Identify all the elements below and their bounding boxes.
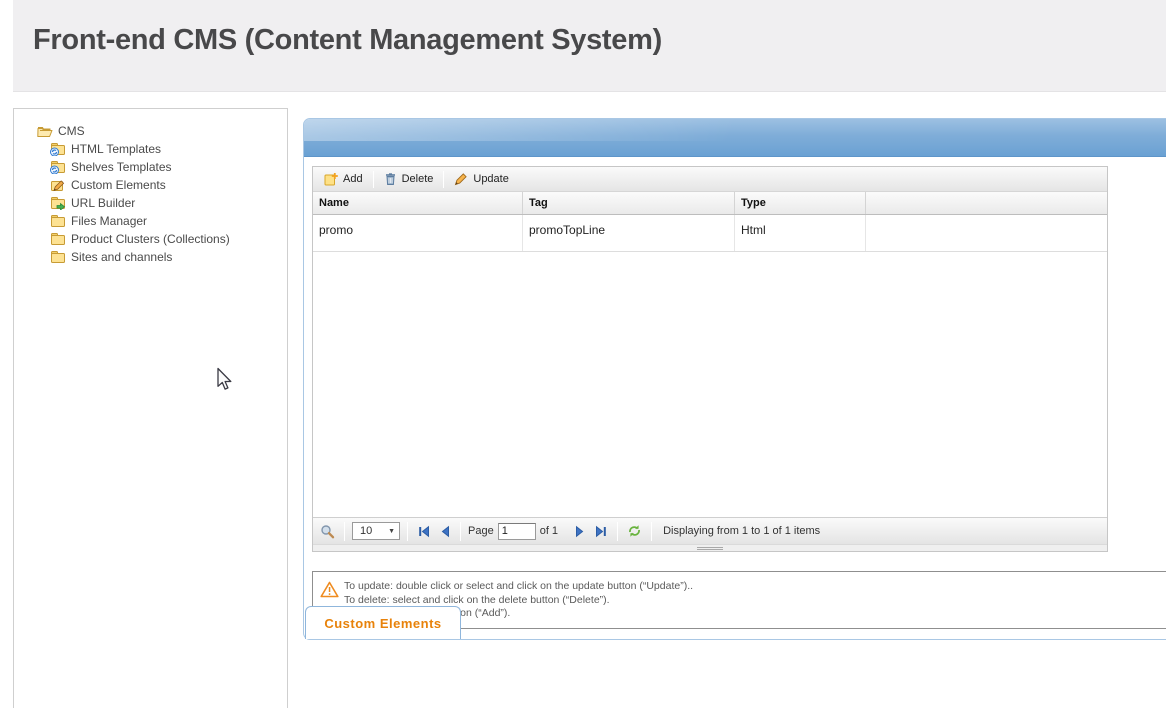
- tree-node-label: Files Manager: [71, 214, 147, 228]
- notice-line: To delete: select and click on the delet…: [344, 594, 1166, 608]
- cell-name: promo: [313, 215, 523, 251]
- tree-node-label: Product Clusters (Collections): [71, 232, 230, 246]
- tree-node-shelves-templates[interactable]: Shelves Templates: [14, 158, 287, 176]
- refresh-button[interactable]: [625, 522, 644, 540]
- pager-separator: [651, 522, 652, 541]
- resize-handle[interactable]: [697, 547, 723, 550]
- refresh-icon: [627, 524, 642, 538]
- edit-page-icon: [50, 178, 66, 192]
- tab-custom-elements[interactable]: Custom Elements: [305, 606, 461, 639]
- cell-tag: promoTopLine: [523, 215, 735, 251]
- tree-node-html-templates[interactable]: HTML Templates: [14, 140, 287, 158]
- page-of-label: of 1: [540, 525, 558, 537]
- update-button-label: Update: [473, 173, 508, 185]
- pencil-icon: [454, 172, 468, 186]
- tree-node-files-manager[interactable]: Files Manager: [14, 212, 287, 230]
- folder-icon: [50, 250, 66, 264]
- notice-line: To add: click the add button (“Add”).: [344, 607, 1166, 621]
- tree-node-custom-elements[interactable]: Custom Elements: [14, 176, 287, 194]
- tree-node-label: HTML Templates: [71, 142, 161, 156]
- add-button[interactable]: Add: [316, 169, 371, 189]
- pager-separator: [344, 522, 345, 541]
- column-header-name[interactable]: Name: [313, 192, 523, 214]
- app-header: Front-end CMS (Content Management System…: [13, 0, 1166, 92]
- page-input[interactable]: [498, 523, 536, 540]
- search-button[interactable]: [318, 522, 337, 541]
- cms-tree: CMS HTML Templates: [14, 109, 287, 266]
- column-header-type[interactable]: Type: [735, 192, 866, 214]
- trash-icon: [384, 172, 397, 186]
- cell-empty: [866, 215, 1107, 251]
- notice-line: To update: double click or select and cl…: [344, 580, 1166, 594]
- folder-icon: [50, 232, 66, 246]
- chevron-down-icon: ▼: [388, 528, 395, 535]
- folder-icon: [50, 214, 66, 228]
- page-size-select[interactable]: 10 ▼: [352, 522, 400, 540]
- tree-node-sites-and-channels[interactable]: Sites and channels: [14, 248, 287, 266]
- next-page-button[interactable]: [572, 523, 588, 540]
- cell-type: Html: [735, 215, 866, 251]
- update-button[interactable]: Update: [446, 169, 516, 189]
- grid-toolbar: Add Delete: [313, 167, 1107, 192]
- tree-node-label: Sites and channels: [71, 250, 172, 264]
- column-header-label: Tag: [529, 197, 548, 209]
- column-header-label: Name: [319, 197, 349, 209]
- toolbar-separator: [443, 171, 444, 188]
- panel-tab-strip: [304, 119, 1166, 157]
- tree-node-product-clusters[interactable]: Product Clusters (Collections): [14, 230, 287, 248]
- custom-elements-panel: Custom Elements Add: [303, 118, 1166, 640]
- template-folder-icon: [50, 142, 66, 156]
- column-header-tag[interactable]: Tag: [523, 192, 735, 214]
- sidebar: CMS HTML Templates: [13, 108, 288, 708]
- next-page-icon: [574, 525, 586, 538]
- add-button-label: Add: [343, 173, 363, 185]
- first-page-icon: [417, 525, 431, 538]
- tree-node-cms[interactable]: CMS: [14, 122, 287, 140]
- delete-button-label: Delete: [402, 173, 434, 185]
- add-icon: [324, 172, 338, 186]
- tree-node-label: Custom Elements: [71, 178, 166, 192]
- template-folder-icon: [50, 160, 66, 174]
- tab-label: Custom Elements: [324, 616, 441, 631]
- prev-page-button[interactable]: [437, 523, 453, 540]
- page-size-value: 10: [360, 525, 372, 537]
- search-icon: [320, 524, 335, 539]
- tree-node-url-builder[interactable]: URL Builder: [14, 194, 287, 212]
- table-row[interactable]: promo promoTopLine Html: [313, 215, 1107, 252]
- custom-elements-grid: Add Delete: [312, 166, 1108, 552]
- delete-button[interactable]: Delete: [376, 169, 442, 189]
- grid-body: promo promoTopLine Html: [313, 215, 1107, 517]
- warning-icon: [320, 581, 339, 598]
- column-header-label: Type: [741, 197, 766, 209]
- notice-text: To update: double click or select and cl…: [344, 580, 1166, 621]
- tree-node-label: CMS: [58, 124, 85, 138]
- tree-node-label: Shelves Templates: [71, 160, 172, 174]
- pager-separator: [407, 522, 408, 541]
- grid-footer: [313, 544, 1107, 551]
- pager-status: Displaying from 1 to 1 of 1 items: [663, 525, 820, 537]
- last-page-button[interactable]: [592, 523, 610, 540]
- tree-node-label: URL Builder: [71, 196, 135, 210]
- link-folder-icon: [50, 196, 66, 210]
- pager-separator: [617, 522, 618, 541]
- last-page-icon: [594, 525, 608, 538]
- first-page-button[interactable]: [415, 523, 433, 540]
- grid-header-row: Name Tag Type: [313, 192, 1107, 215]
- toolbar-separator: [373, 171, 374, 188]
- paging-toolbar: 10 ▼: [313, 517, 1107, 544]
- pager-separator: [460, 522, 461, 541]
- prev-page-icon: [439, 525, 451, 538]
- page-label: Page: [468, 525, 494, 537]
- app-window: Front-end CMS (Content Management System…: [0, 0, 1166, 708]
- page-title: Front-end CMS (Content Management System…: [33, 24, 662, 57]
- column-header-empty: [866, 192, 1107, 214]
- open-folder-icon: [37, 124, 53, 138]
